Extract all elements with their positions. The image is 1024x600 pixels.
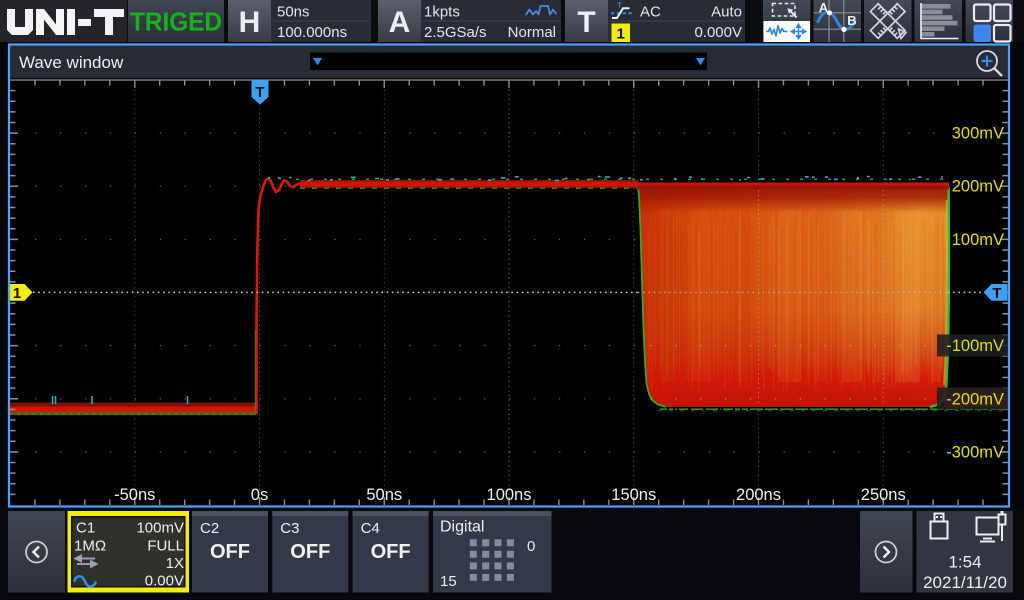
svg-text:150ns: 150ns — [611, 486, 656, 504]
svg-text:Digital: Digital — [440, 519, 484, 536]
svg-text:C3: C3 — [280, 520, 299, 537]
svg-text:T: T — [255, 84, 264, 101]
svg-text:-200mV: -200mV — [946, 390, 1004, 408]
svg-text:B: B — [847, 13, 856, 28]
svg-text:250ns: 250ns — [861, 486, 906, 504]
svg-text:Normal: Normal — [508, 24, 556, 41]
svg-text:100mV: 100mV — [952, 231, 1004, 249]
svg-text:1: 1 — [617, 26, 625, 43]
svg-text:Auto: Auto — [711, 4, 742, 21]
svg-text:1: 1 — [13, 285, 21, 302]
svg-text:0: 0 — [527, 538, 535, 555]
svg-text:2021/11/20: 2021/11/20 — [923, 573, 1007, 592]
svg-text:1:54: 1:54 — [948, 553, 981, 572]
svg-text:A: A — [819, 0, 829, 15]
svg-text:50ns: 50ns — [277, 4, 310, 21]
svg-text:2.5GSa/s: 2.5GSa/s — [424, 24, 487, 41]
svg-text:0.000V: 0.000V — [694, 24, 742, 41]
svg-text:-50ns: -50ns — [114, 486, 155, 504]
svg-text:-300mV: -300mV — [946, 443, 1004, 461]
svg-text:OFF: OFF — [371, 541, 411, 563]
svg-text:15: 15 — [440, 573, 457, 590]
svg-text:TRIGED: TRIGED — [130, 7, 222, 37]
svg-text:OFF: OFF — [210, 541, 250, 563]
svg-text:1X: 1X — [166, 555, 184, 572]
svg-text:-100mV: -100mV — [946, 337, 1004, 355]
svg-text:Wave window: Wave window — [19, 53, 124, 72]
svg-text:T: T — [577, 6, 595, 39]
svg-text:1MΩ: 1MΩ — [74, 538, 106, 555]
svg-text:T: T — [617, 3, 622, 10]
svg-text:200ns: 200ns — [736, 486, 781, 504]
svg-text:0s: 0s — [251, 486, 268, 504]
svg-text:1kpts: 1kpts — [424, 4, 460, 21]
svg-text:0.00V: 0.00V — [145, 573, 184, 590]
svg-text:T: T — [992, 285, 1001, 302]
svg-text:100.000ns: 100.000ns — [277, 24, 347, 41]
svg-text:100ns: 100ns — [487, 486, 532, 504]
svg-text:50ns: 50ns — [366, 486, 402, 504]
svg-text:C4: C4 — [361, 520, 380, 537]
svg-text:FULL: FULL — [147, 538, 184, 555]
svg-text:C1: C1 — [76, 520, 95, 537]
svg-text:OFF: OFF — [290, 541, 330, 563]
svg-text:AC: AC — [640, 4, 661, 21]
svg-text:200mV: 200mV — [952, 178, 1004, 196]
svg-text:H: H — [239, 6, 261, 39]
svg-text:100mV: 100mV — [136, 520, 184, 537]
svg-text:300mV: 300mV — [952, 125, 1004, 143]
svg-text:A: A — [389, 6, 411, 39]
svg-text:C2: C2 — [200, 520, 219, 537]
